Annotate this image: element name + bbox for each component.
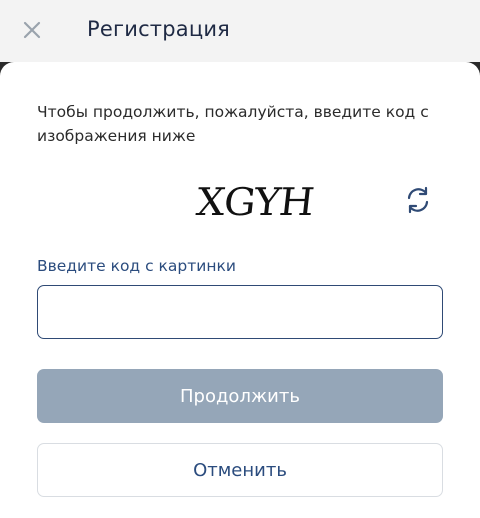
close-icon [23,21,41,39]
instruction-text: Чтобы продолжить, пожалуйста, введите ко… [37,103,429,145]
code-field-label: Введите код с картинки [37,257,236,275]
cancel-button-label: Отменить [193,459,287,481]
refresh-captcha-button[interactable] [401,183,435,217]
page-title: Регистрация [87,17,231,41]
continue-button[interactable]: Продолжить [37,369,443,423]
captcha-text: XGYH [194,180,316,224]
continue-button-label: Продолжить [180,385,300,407]
captcha-code-input[interactable] [37,285,443,339]
top-bar: Регистрация [0,0,480,62]
captcha-image: XGYH [194,178,332,226]
cancel-button[interactable]: Отменить [37,443,443,497]
close-button[interactable] [14,12,50,48]
refresh-icon [407,186,429,214]
